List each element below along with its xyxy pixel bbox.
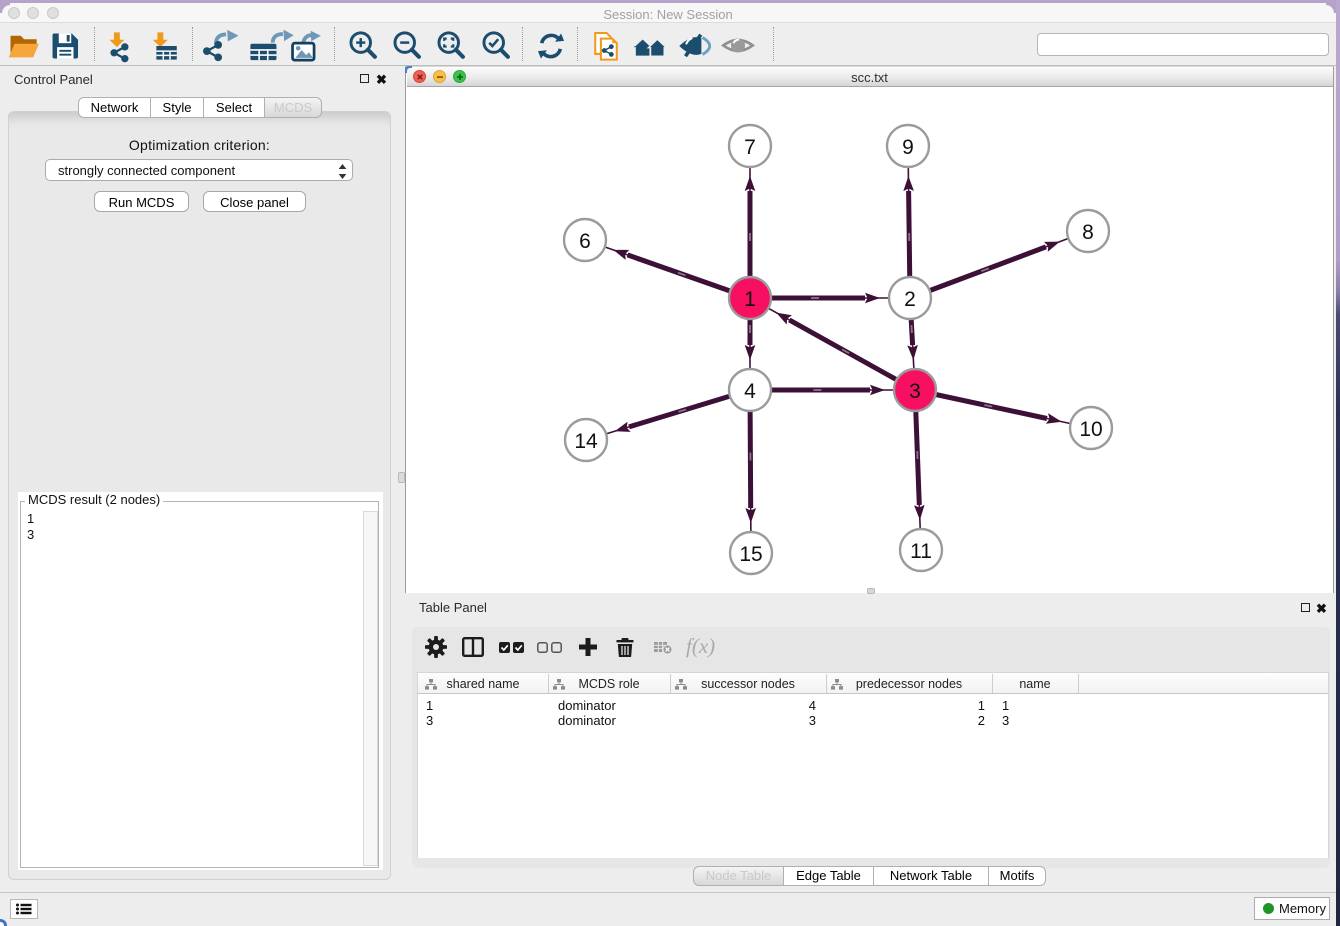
svg-text:8: 8	[1082, 221, 1094, 244]
svg-text:15: 15	[739, 543, 762, 566]
svg-text:14: 14	[574, 430, 598, 453]
svg-text:11: 11	[910, 540, 932, 563]
svg-text:10: 10	[1079, 418, 1102, 441]
svg-text:6: 6	[579, 230, 591, 253]
svg-text:7: 7	[744, 136, 756, 159]
svg-text:4: 4	[744, 380, 756, 403]
svg-text:9: 9	[902, 136, 914, 159]
svg-text:2: 2	[904, 288, 916, 311]
svg-text:1: 1	[744, 288, 756, 311]
svg-text:3: 3	[909, 380, 921, 403]
